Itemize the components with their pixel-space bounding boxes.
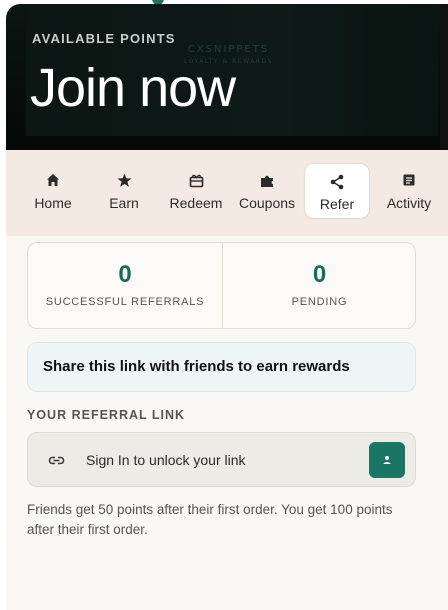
nav-tabs: Home Earn Redeem Coupons Refer Activity (6, 150, 448, 236)
tab-label: Refer (319, 196, 355, 212)
sign-in-button[interactable] (369, 442, 405, 478)
stat-pending: 0 PENDING (222, 243, 416, 328)
stat-caption: PENDING (291, 296, 348, 308)
points-hero: CXSNIPPETS LOYALTY & REWARDS AVAILABLE P… (6, 4, 448, 150)
user-badge-icon (383, 456, 391, 464)
tab-redeem[interactable]: Redeem (163, 163, 229, 219)
tab-label: Activity (386, 195, 432, 211)
referral-footnote: Friends get 50 points after their first … (27, 502, 393, 537)
tab-refer[interactable]: Refer (304, 163, 370, 219)
gift-icon (163, 173, 229, 195)
share-icon (305, 174, 369, 196)
tab-earn[interactable]: Earn (91, 163, 157, 219)
tab-activity[interactable]: Activity (376, 163, 442, 219)
tab-coupons[interactable]: Coupons (234, 163, 300, 219)
referral-link-placeholder: Sign In to unlock your link (86, 452, 246, 468)
referral-link-field[interactable]: Sign In to unlock your link (27, 432, 416, 487)
tab-home[interactable]: Home (20, 163, 86, 219)
stat-value: 0 (118, 261, 132, 288)
stat-caption: SUCCESSFUL REFERRALS (45, 296, 205, 308)
link-icon (48, 452, 65, 473)
stat-successful: 0 SUCCESSFUL REFERRALS (28, 243, 222, 328)
home-icon (20, 173, 86, 195)
tab-label: Redeem (169, 195, 223, 211)
referral-stats: 0 SUCCESSFUL REFERRALS 0 PENDING (27, 242, 416, 329)
hero-title: Join now (30, 58, 236, 118)
rewards-panel: CXSNIPPETS LOYALTY & REWARDS AVAILABLE P… (6, 4, 448, 610)
tab-label: Home (34, 195, 72, 211)
list-icon (376, 173, 442, 195)
star-icon (91, 173, 157, 195)
watermark-brand: CXSNIPPETS (187, 44, 270, 55)
tab-label: Earn (109, 195, 139, 211)
tab-label: Coupons (238, 195, 296, 211)
puzzle-icon (234, 173, 300, 195)
referral-section-label: YOUR REFERRAL LINK (27, 408, 186, 422)
stat-value: 0 (312, 261, 327, 288)
hero-eyebrow: AVAILABLE POINTS (32, 31, 176, 46)
share-text: Share this link with friends to earn rew… (43, 358, 350, 375)
share-banner: Share this link with friends to earn rew… (27, 342, 416, 392)
hero-edge (440, 4, 448, 150)
